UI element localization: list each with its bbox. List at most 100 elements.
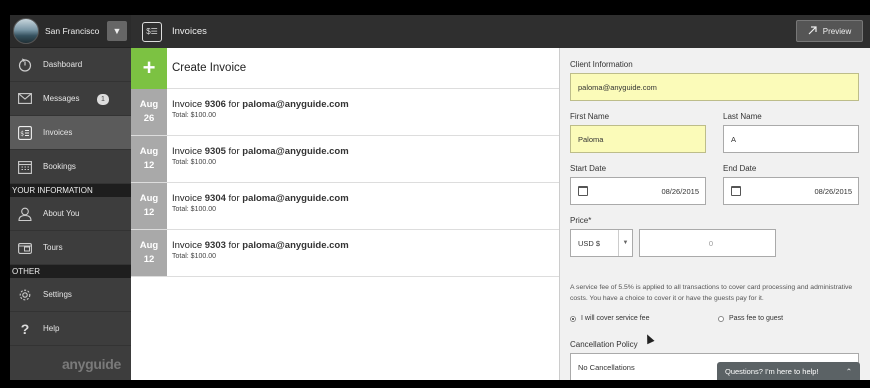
city-selector[interactable]: San Francisco ▼ (10, 15, 131, 48)
tours-icon (10, 241, 40, 255)
invoice-total: Total: $100.00 (172, 159, 216, 166)
first-name-field[interactable]: Paloma (570, 125, 706, 153)
invoice-number: 9303 (204, 240, 226, 251)
envelope-icon (10, 93, 40, 104)
create-invoice-label: Create Invoice (172, 62, 247, 74)
invoice-title: Invoice 9304 for paloma@anyguide.com (172, 193, 349, 204)
end-date-value: 08/26/2015 (814, 186, 852, 196)
invoice-day: 12 (143, 254, 155, 265)
invoice-day: 12 (143, 160, 155, 171)
invoice-date: Aug 12 (131, 230, 167, 276)
calendar-icon (731, 186, 741, 196)
client-info-label: Client Information (570, 60, 633, 69)
sidebar-item-label: Dashboard (43, 60, 83, 69)
radio-cover-fee[interactable]: I will cover service fee (570, 315, 649, 322)
invoice-prefix: Invoice (172, 146, 205, 157)
invoice-date: Aug 12 (131, 136, 167, 182)
sidebar-item-help[interactable]: ? Help (10, 312, 131, 346)
invoice-email: paloma@anyguide.com (242, 193, 349, 204)
start-date-field[interactable]: 08/26/2015 (570, 177, 706, 205)
sidebar-item-invoices[interactable]: $ Invoices (10, 116, 131, 150)
create-invoice-button[interactable]: + Create Invoice (131, 47, 559, 89)
invoice-for: for (225, 193, 243, 204)
page-title: Invoices (172, 26, 207, 37)
cancellation-label: Cancellation Policy (570, 340, 638, 349)
currency-value: USD $ (578, 238, 601, 248)
invoice-month: Aug (139, 240, 159, 251)
end-date-field[interactable]: 08/26/2015 (723, 177, 859, 205)
price-label: Price* (570, 216, 592, 225)
invoice-title: Invoice 9305 for paloma@anyguide.com (172, 146, 349, 157)
preview-label: Preview (822, 26, 852, 36)
help-chat-label: Questions? I'm here to help! (725, 366, 819, 376)
radio-pass-fee[interactable]: Pass fee to guest (718, 315, 783, 322)
sidebar-item-dashboard[interactable]: Dashboard (10, 48, 131, 82)
end-date-label: End Date (723, 164, 757, 173)
invoice-row[interactable]: Aug 12 Invoice 9303 for paloma@anyguide.… (131, 230, 559, 277)
invoice-title: Invoice 9306 for paloma@anyguide.com (172, 99, 349, 110)
invoice-email: paloma@anyguide.com (242, 99, 349, 110)
preview-button[interactable]: Preview (796, 20, 863, 42)
invoice-for: for (225, 146, 243, 157)
top-bar: $☰ Invoices Preview (131, 15, 870, 48)
chevron-up-icon: ⌃ (845, 366, 852, 376)
invoice-info: Invoice 9304 for paloma@anyguide.com Tot… (167, 183, 349, 229)
invoice-month: Aug (139, 99, 159, 110)
invoice-title: Invoice 9303 for paloma@anyguide.com (172, 240, 349, 251)
invoice-email: paloma@anyguide.com (242, 240, 349, 251)
client-email-field[interactable]: paloma@anyguide.com (570, 73, 859, 101)
start-date-value: 08/26/2015 (661, 186, 699, 196)
external-arrow-icon (808, 25, 817, 37)
user-icon (10, 207, 40, 221)
invoice-date: Aug 26 (131, 89, 167, 135)
start-date-label: Start Date (570, 164, 607, 173)
invoice-prefix: Invoice (172, 99, 205, 110)
invoice-icon: $ (10, 125, 40, 140)
invoice-row[interactable]: Aug 12 Invoice 9304 for paloma@anyguide.… (131, 183, 559, 230)
sidebar-item-label: Settings (43, 290, 72, 299)
sidebar: San Francisco ▼ Dashboard Messages 1 $ I… (10, 15, 131, 380)
invoice-month: Aug (139, 193, 159, 204)
invoice-icon: $☰ (142, 21, 162, 42)
currency-select[interactable]: USD $ ▼ (570, 229, 633, 257)
plus-icon: + (131, 47, 167, 89)
chevron-down-icon[interactable]: ▼ (107, 21, 127, 41)
sidebar-item-settings[interactable]: Settings (10, 278, 131, 312)
invoice-email: paloma@anyguide.com (242, 146, 349, 157)
service-fee-note: A service fee of 5.5% is applied to all … (570, 284, 853, 302)
sidebar-item-label: Messages (43, 94, 80, 103)
radio-indicator (570, 315, 576, 322)
sidebar-item-messages[interactable]: Messages 1 (10, 82, 131, 116)
last-name-label: Last Name (723, 112, 762, 121)
svg-text:$: $ (20, 130, 24, 137)
invoice-month: Aug (139, 146, 159, 157)
sidebar-item-label: About You (43, 209, 80, 218)
invoice-total: Total: $100.00 (172, 253, 216, 260)
section-header-your-information: YOUR INFORMATION (10, 184, 131, 197)
invoice-number: 9305 (204, 146, 226, 157)
city-avatar (13, 18, 39, 44)
invoice-list: + Create Invoice Aug 26 Invoice 9306 for… (131, 47, 560, 380)
calendar-icon (578, 186, 588, 196)
invoice-total: Total: $100.00 (172, 206, 216, 213)
first-name-label: First Name (570, 112, 610, 121)
invoice-info: Invoice 9305 for paloma@anyguide.com Tot… (167, 136, 349, 182)
sidebar-item-about-you[interactable]: About You (10, 197, 131, 231)
sidebar-item-bookings[interactable]: Bookings (10, 150, 131, 184)
invoice-row[interactable]: Aug 12 Invoice 9305 for paloma@anyguide.… (131, 136, 559, 183)
invoice-day: 12 (143, 207, 155, 218)
help-chat-button[interactable]: Questions? I'm here to help! ⌃ (717, 362, 860, 380)
invoice-prefix: Invoice (172, 193, 205, 204)
invoice-info: Invoice 9306 for paloma@anyguide.com Tot… (167, 89, 349, 135)
price-input[interactable]: 0 (639, 229, 776, 257)
sidebar-item-tours[interactable]: Tours (10, 231, 131, 265)
last-name-field[interactable]: A (723, 125, 859, 153)
sidebar-item-label: Bookings (43, 162, 76, 171)
invoice-row[interactable]: Aug 26 Invoice 9306 for paloma@anyguide.… (131, 89, 559, 136)
chevron-down-icon: ▼ (618, 230, 632, 256)
invoice-form: Client Information paloma@anyguide.com F… (560, 48, 870, 380)
radio-indicator (718, 315, 724, 322)
radio-cover-label: I will cover service fee (581, 315, 650, 322)
invoice-date: Aug 12 (131, 183, 167, 229)
sidebar-item-label: Invoices (43, 128, 73, 137)
